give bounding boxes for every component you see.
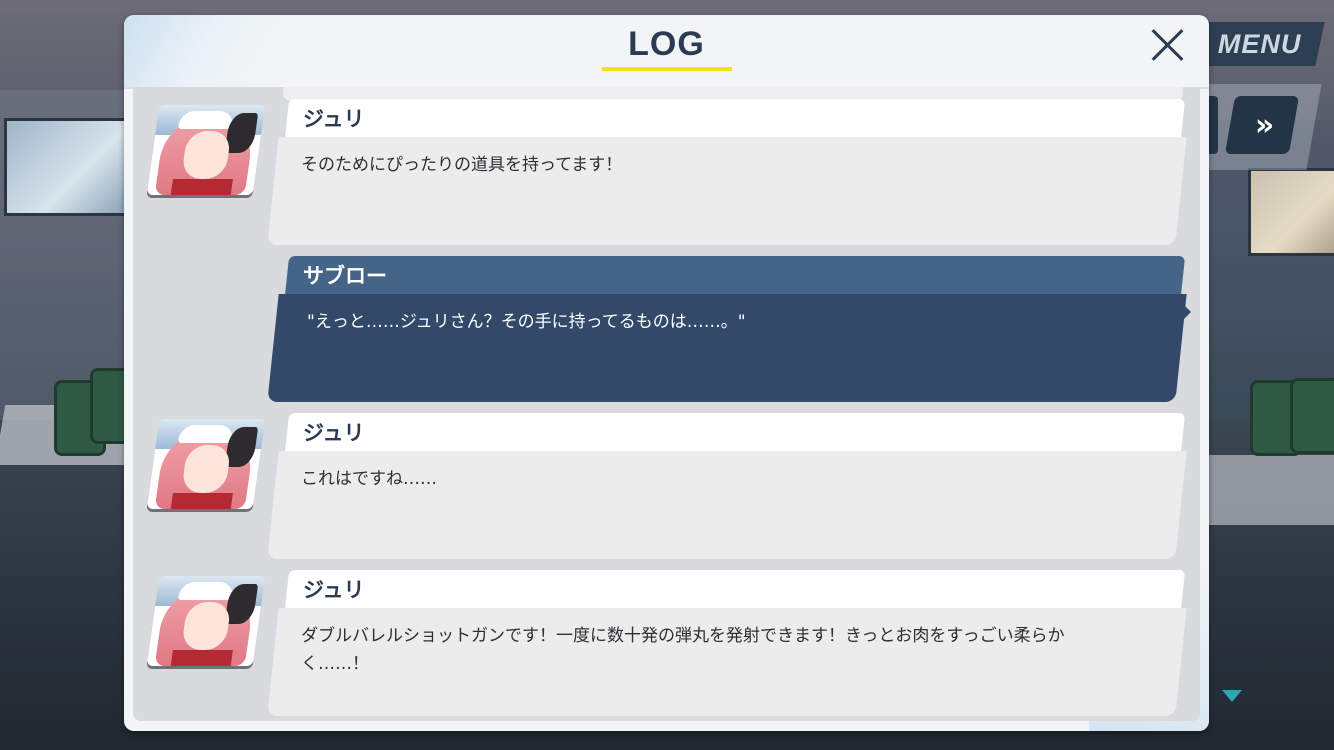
speaker-name: ジュリ [303, 578, 365, 602]
menu-label: MENU [1218, 28, 1302, 59]
title-underline [602, 67, 732, 71]
avatar [146, 576, 266, 666]
close-icon[interactable] [1146, 23, 1190, 67]
table [1205, 455, 1334, 525]
page-title: LOG [628, 25, 705, 63]
log-header: LOG [124, 15, 1209, 89]
avatar-outfit [170, 493, 233, 509]
speaker-name-bar [284, 99, 1186, 139]
speaker-name-bar [284, 256, 1186, 296]
chair [1290, 378, 1334, 454]
fast-forward-button[interactable]: » [1224, 96, 1300, 154]
dialogue-text: これはですね…… [301, 469, 437, 489]
wall-monitor-right [1248, 168, 1334, 256]
avatar [146, 419, 266, 509]
dialogue-text: ダブルバレルショットガンです！一度に数十発の弾丸を発射できます！きっとお肉をすっ… [301, 626, 1065, 674]
dialogue-text: "えっと……ジュリさん？その手に持ってるものは……。" [307, 312, 746, 332]
avatar [146, 105, 266, 195]
scroll-down-arrow-icon[interactable] [1222, 690, 1242, 702]
wall-monitor-left [4, 118, 130, 216]
avatar-frame [146, 419, 266, 509]
dialogue-text: そのためにぴったりの道具を持ってます！ [301, 155, 623, 175]
avatar-frame [146, 105, 266, 195]
menu-button[interactable]: MENU [1195, 22, 1325, 66]
speaker-name: ジュリ [303, 421, 365, 445]
avatar-outfit [170, 179, 233, 195]
log-panel: LOG ジュリ そのためにぴったりの道具を持ってます！ サブロー "えっと……ジ… [124, 15, 1209, 731]
fast-forward-icon: » [1255, 107, 1269, 143]
avatar-cap [177, 582, 235, 600]
speaker-name-bar [284, 413, 1186, 453]
avatar-cap [177, 425, 235, 443]
avatar-outfit [170, 650, 233, 666]
speaker-name-bar [284, 570, 1186, 610]
avatar-frame [146, 576, 266, 666]
log-list[interactable]: ジュリ そのためにぴったりの道具を持ってます！ サブロー "えっと……ジュリさん… [133, 87, 1200, 721]
speaker-name: サブロー [303, 264, 387, 288]
bubble-tail [1179, 300, 1191, 324]
speaker-name: ジュリ [303, 107, 365, 131]
avatar-cap [177, 111, 235, 129]
